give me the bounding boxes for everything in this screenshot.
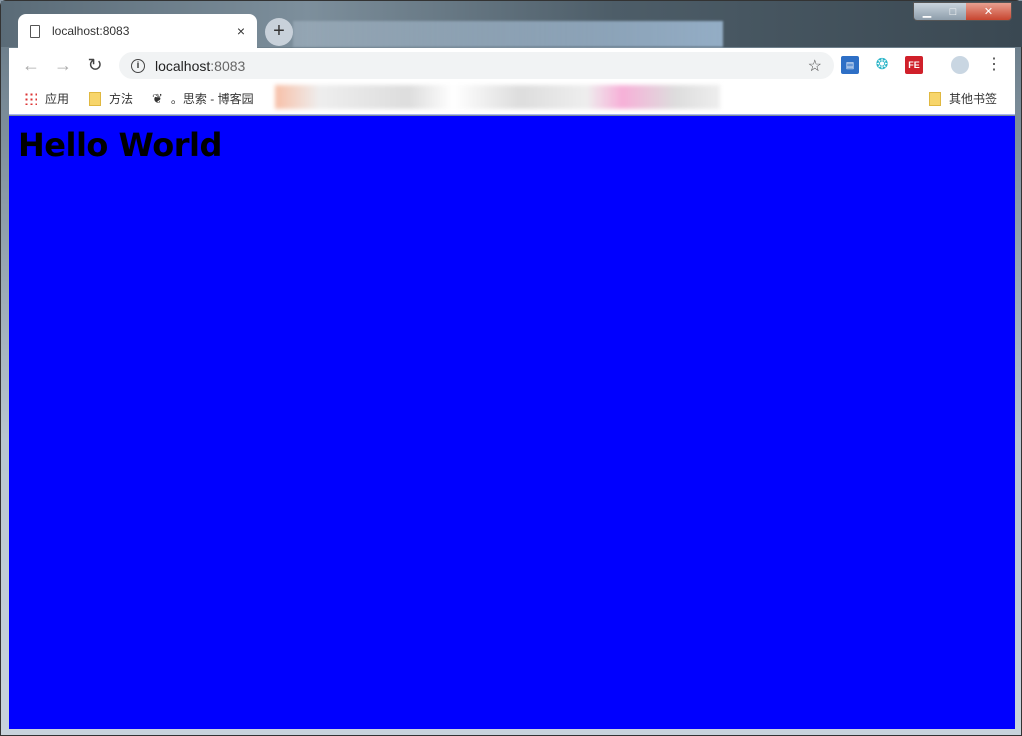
folder-icon	[929, 91, 941, 106]
bookmark-folder-methods[interactable]: 方法	[89, 90, 133, 107]
address-bar[interactable]: i localhost:8083 ☆	[119, 52, 834, 79]
minimize-button[interactable]: ▁	[914, 3, 940, 20]
save-icon[interactable]: ▤	[841, 56, 859, 74]
reload-icon[interactable]: ↻	[79, 55, 111, 76]
back-icon[interactable]: ←	[15, 55, 47, 76]
bookmark-cnblogs[interactable]: ❦ 。思索 - 博客园	[152, 90, 254, 107]
apps-grid-icon	[24, 92, 37, 105]
bookmark-star-icon[interactable]: ☆	[808, 56, 822, 76]
bookmark-label: 。思索 - 博客园	[170, 92, 254, 106]
background-tabs[interactable]	[293, 21, 723, 47]
page-heading: Hello World	[18, 126, 222, 164]
fe-helper-icon[interactable]: FE	[905, 56, 923, 74]
weather-icon[interactable]	[951, 56, 969, 74]
bookmark-label: 方法	[109, 92, 134, 106]
tab-close-icon[interactable]: ×	[237, 23, 245, 39]
globe-icon[interactable]: ❂	[873, 56, 891, 74]
window-controls: ▁ □ ✕	[913, 2, 1012, 21]
blurred-bookmarks[interactable]	[275, 85, 720, 109]
other-bookmarks[interactable]: 其他书签	[929, 90, 997, 107]
page-content: Hello World	[9, 116, 1015, 729]
maximize-button[interactable]: □	[940, 3, 966, 20]
info-icon[interactable]: i	[131, 58, 145, 73]
bookmark-apps[interactable]: 应用	[24, 90, 69, 107]
bookmark-label: 其他书签	[949, 92, 998, 106]
tab-title: localhost:8083	[52, 24, 130, 38]
bookmark-label: 应用	[45, 92, 70, 106]
bookmarks-bar: 应用 方法 ❦ 。思索 - 博客园 其他书签	[9, 82, 1015, 115]
new-tab-button[interactable]: +	[265, 18, 293, 46]
address-port: :8083	[210, 57, 246, 74]
menu-icon[interactable]: ⋮	[985, 56, 1003, 74]
page-icon	[30, 24, 40, 38]
close-window-button[interactable]: ✕	[966, 3, 1011, 20]
cnblogs-icon: ❦	[152, 90, 163, 106]
forward-icon[interactable]: →	[47, 55, 79, 76]
tab-active[interactable]: localhost:8083 ×	[18, 14, 257, 48]
address-host: localhost	[155, 57, 211, 74]
toolbar: ← → ↻ i localhost:8083 ☆ ▤ ❂ FE ⋮	[9, 48, 1015, 82]
folder-icon	[89, 91, 101, 106]
browser-window: localhost:8083 × + ▁ □ ✕ ← → ↻ i localho…	[0, 0, 1022, 736]
